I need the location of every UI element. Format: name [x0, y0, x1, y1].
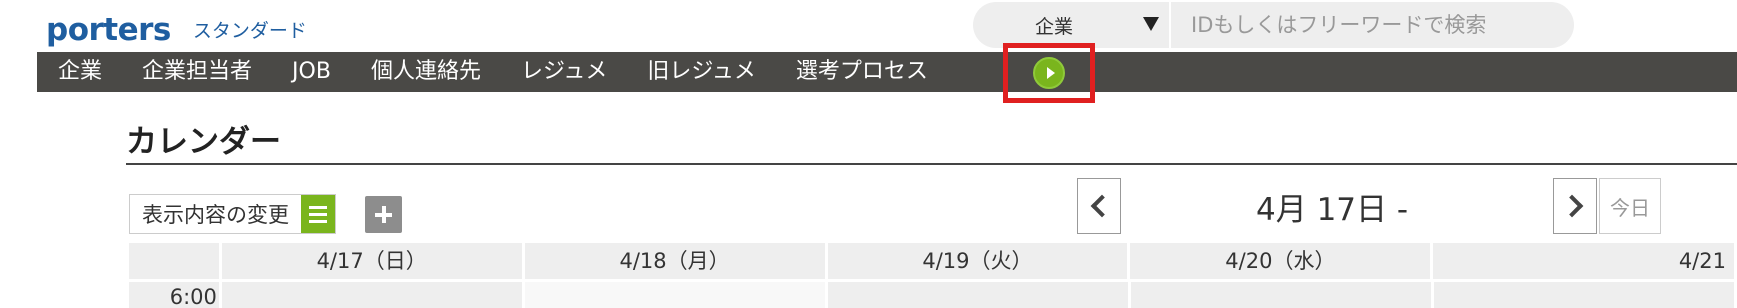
- list-icon[interactable]: [301, 195, 335, 233]
- search-scope-select[interactable]: 企業: [973, 2, 1171, 48]
- nav-item-person[interactable]: 個人連絡先: [371, 52, 481, 92]
- nav-item-job[interactable]: JOB: [292, 52, 331, 92]
- nav-item-resume[interactable]: レジュメ: [521, 52, 607, 92]
- nav-item-selection-process[interactable]: 選考プロセス: [796, 52, 928, 92]
- prev-week-button[interactable]: [1077, 178, 1121, 234]
- edition-label: スタンダード: [192, 20, 307, 42]
- nav-item-company-contact[interactable]: 企業担当者: [142, 52, 252, 92]
- day-header: 4/21: [1433, 243, 1734, 279]
- caret-down-icon: [1143, 17, 1159, 31]
- nav-more-highlight: [1003, 43, 1095, 103]
- add-button[interactable]: [365, 196, 402, 233]
- day-header: 4/20（水）: [1130, 243, 1431, 279]
- title-divider: [126, 163, 1737, 165]
- nav-more-button[interactable]: [1033, 57, 1065, 89]
- play-circle-icon: [1046, 67, 1055, 79]
- time-slot[interactable]: [1433, 282, 1734, 308]
- nav-item-old-resume[interactable]: 旧レジュメ: [647, 52, 755, 92]
- time-slot[interactable]: [827, 282, 1128, 308]
- day-header: 4/18（月）: [524, 243, 825, 279]
- day-header: 4/17（日）: [221, 243, 522, 279]
- chevron-right-icon: [1560, 194, 1584, 218]
- display-change-button[interactable]: 表示内容の変更: [129, 194, 336, 234]
- time-slot[interactable]: [221, 282, 522, 308]
- main-nav: 企業 企業担当者 JOB 個人連絡先 レジュメ 旧レジュメ 選考プロセス: [37, 43, 1737, 103]
- search-input[interactable]: [1171, 2, 1574, 48]
- porters-logo[interactable]: porters スタンダード: [46, 8, 307, 48]
- next-week-button[interactable]: [1553, 178, 1597, 234]
- time-row: 6:00: [129, 282, 1737, 308]
- date-range-label: 4月 17日 -: [1256, 192, 1409, 228]
- search-scope-value: 企業: [1034, 15, 1073, 38]
- display-change-label: 表示内容の変更: [142, 203, 289, 227]
- time-label: 6:00: [129, 282, 219, 308]
- global-search: 企業: [973, 2, 1574, 48]
- calendar-corner-cell: [129, 243, 219, 279]
- chevron-left-icon: [1090, 194, 1114, 218]
- time-slot[interactable]: [1130, 282, 1431, 308]
- time-slot[interactable]: [524, 282, 825, 308]
- page-title: カレンダー: [126, 124, 281, 160]
- nav-item-company[interactable]: 企業: [58, 52, 102, 92]
- today-button[interactable]: 今日: [1599, 178, 1661, 234]
- logo-wordmark: porters: [46, 12, 171, 48]
- calendar-header: 4/17（日） 4/18（月） 4/19（火） 4/20（水） 4/21: [129, 243, 1737, 279]
- day-header: 4/19（火）: [827, 243, 1128, 279]
